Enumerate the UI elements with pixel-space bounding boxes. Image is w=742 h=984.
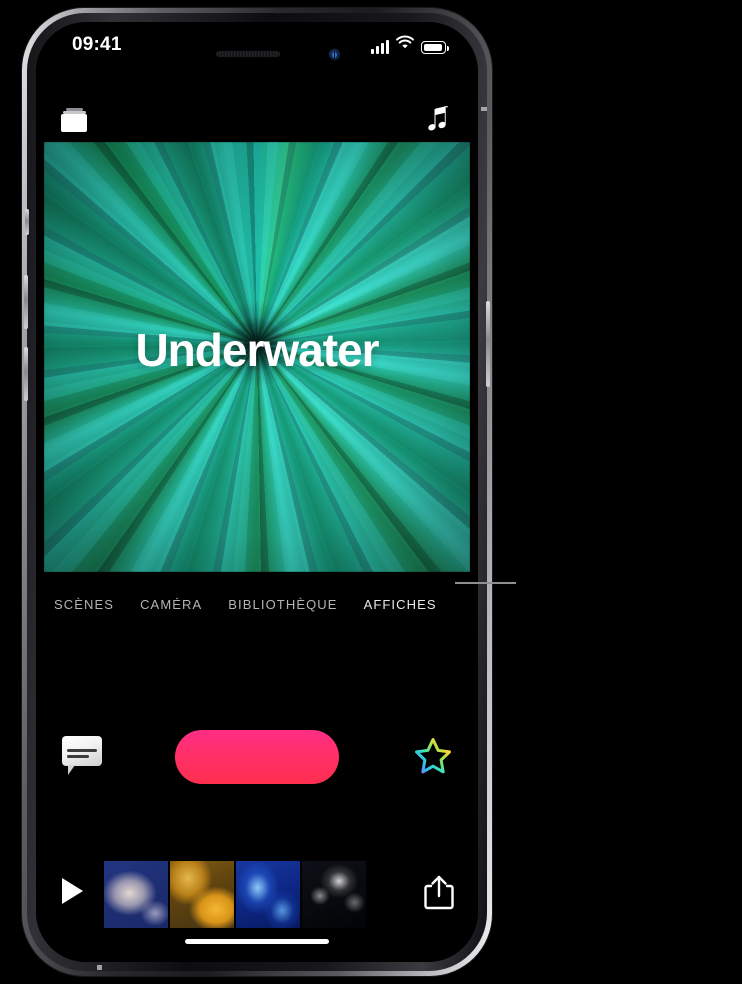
status-bar-clock: 09:41 (72, 34, 122, 55)
poster-tabbar: SCÈNES CAMÉRA BIBLIOTHÈQUE AFFICHES (36, 587, 478, 621)
timeline-row (36, 842, 478, 942)
frame-antenna-seam (481, 107, 487, 111)
callout-leader-line (455, 582, 516, 584)
app-screen: 09:41 Underwater SCÈNES CAMÉRA BIBLIOTHÈ… (36, 22, 478, 962)
speech-bubble-icon[interactable] (62, 736, 106, 778)
clip-thumbnail-3[interactable] (236, 861, 300, 928)
music-note-icon[interactable] (424, 104, 454, 136)
speaker-grille (216, 51, 281, 57)
tab-camera[interactable]: CAMÉRA (140, 597, 202, 612)
tab-posters[interactable]: AFFICHES (364, 597, 437, 612)
front-camera-lens (329, 49, 340, 60)
power-button[interactable] (486, 301, 490, 387)
tab-library[interactable]: BIBLIOTHÈQUE (228, 597, 337, 612)
screen-bezel: 09:41 Underwater SCÈNES CAMÉRA BIBLIOTHÈ… (36, 22, 478, 962)
home-indicator-bar[interactable] (185, 939, 329, 944)
volume-up-button[interactable] (24, 275, 28, 329)
tab-scenes[interactable]: SCÈNES (54, 597, 114, 612)
volume-down-button[interactable] (24, 347, 28, 401)
frame-antenna-seam-bottom (97, 965, 102, 970)
share-icon[interactable] (422, 874, 456, 912)
poster-title: Underwater (135, 324, 379, 376)
app-toolbar (36, 102, 478, 146)
cellular-signal-icon (371, 40, 389, 54)
iphone-device-frame: 09:41 Underwater SCÈNES CAMÉRA BIBLIOTHÈ… (22, 8, 492, 976)
clip-thumbnail-1[interactable] (104, 861, 168, 928)
status-bar-indicators (371, 35, 449, 54)
play-button-icon[interactable] (62, 878, 83, 904)
device-frame-inner: 09:41 Underwater SCÈNES CAMÉRA BIBLIOTHÈ… (24, 13, 490, 971)
mute-switch[interactable] (25, 209, 29, 235)
clip-strip[interactable] (104, 861, 366, 928)
poster-preview[interactable]: Underwater (44, 142, 470, 572)
projects-stack-icon[interactable] (60, 106, 88, 134)
rainbow-star-icon[interactable] (410, 734, 456, 780)
clip-thumbnail-4[interactable] (302, 861, 366, 928)
wifi-icon (396, 35, 414, 54)
status-bar: 09:41 (36, 22, 478, 74)
screenshot-root: 09:41 Underwater SCÈNES CAMÉRA BIBLIOTHÈ… (0, 0, 742, 984)
record-button[interactable] (175, 730, 339, 784)
clip-thumbnail-2[interactable] (170, 861, 234, 928)
battery-full-icon (421, 41, 449, 54)
control-row (36, 712, 478, 812)
